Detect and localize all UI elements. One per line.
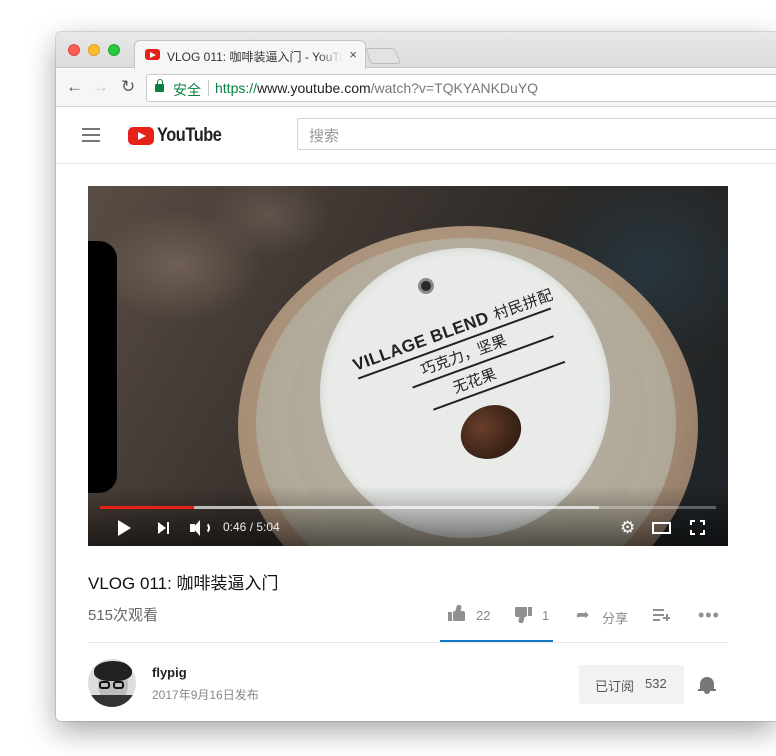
settings-gear-icon[interactable]: ⚙	[620, 519, 635, 536]
channel-name[interactable]: flypig	[152, 665, 187, 680]
youtube-favicon-icon	[145, 49, 160, 60]
address-bar[interactable]: 安全 https://www.youtube.com/watch?v=TQKYA…	[146, 74, 776, 102]
subscriber-count: 532	[645, 676, 667, 691]
publish-date: 2017年9月16日发布	[152, 688, 259, 702]
info-divider	[88, 642, 728, 643]
youtube-play-logo-icon	[128, 127, 154, 145]
time-display: 0:46 / 5:04	[223, 520, 280, 534]
fullscreen-icon[interactable]	[690, 520, 705, 535]
next-icon[interactable]	[158, 522, 170, 534]
search-input[interactable]: 搜索	[297, 118, 776, 150]
url-text[interactable]: https://www.youtube.com/watch?v=TQKYANKD…	[215, 80, 538, 96]
menu-icon[interactable]	[82, 128, 102, 142]
player-side-panel	[88, 241, 117, 493]
url-scheme: https://	[215, 80, 258, 96]
back-arrow-icon[interactable]: ←	[66, 78, 83, 96]
new-tab-button[interactable]	[365, 48, 401, 64]
theater-mode-icon[interactable]	[652, 522, 671, 534]
more-actions-icon[interactable]: •••	[698, 606, 720, 624]
zoom-window-button[interactable]	[108, 44, 120, 56]
dislike-icon[interactable]	[514, 606, 532, 624]
browser-toolbar: ← → ↻ 安全 https://www.youtube.com/watch?v…	[56, 69, 776, 107]
browser-window: VLOG 011: 咖啡装逼入门 - YouTube × ← → ↻ 安全 ht…	[56, 32, 776, 721]
youtube-header: YouTube 搜索	[56, 108, 776, 164]
video-title: VLOG 011: 咖啡装逼入门	[88, 574, 279, 593]
like-count: 22	[476, 608, 491, 623]
progress-played	[100, 506, 194, 509]
tab-close-icon[interactable]: ×	[349, 47, 357, 62]
play-icon[interactable]	[118, 520, 131, 536]
reload-icon[interactable]: ↻	[121, 78, 135, 96]
close-window-button[interactable]	[68, 44, 80, 56]
logo-text: YouTube	[157, 125, 222, 146]
lock-icon	[155, 79, 164, 92]
add-to-playlist-icon[interactable]	[653, 608, 670, 622]
secure-label: 安全	[173, 82, 201, 98]
dislike-count: 1	[542, 608, 550, 623]
minimize-window-button[interactable]	[88, 44, 100, 56]
view-count: 515次观看	[88, 607, 159, 624]
video-player[interactable]: VILLAGE BLEND村民拼配 巧克力，坚果 无花果 0:46 / 5:04…	[88, 186, 728, 546]
video-label-hole	[418, 278, 434, 294]
browser-tab[interactable]: VLOG 011: 咖啡装逼入门 - YouTube ×	[134, 40, 366, 69]
subscribe-label: 已订阅	[595, 679, 635, 694]
progress-bar[interactable]	[100, 506, 716, 509]
volume-icon[interactable]	[190, 519, 210, 537]
url-separator	[208, 80, 209, 96]
share-icon[interactable]: ➦	[576, 605, 589, 625]
subscribed-button[interactable]: 已订阅 532	[579, 665, 684, 704]
tab-title: VLOG 011: 咖啡装逼入门 - YouTube	[167, 50, 343, 64]
avatar[interactable]	[88, 659, 136, 707]
url-host: www.youtube.com	[257, 80, 371, 96]
like-icon[interactable]	[448, 604, 466, 622]
title-bar: VLOG 011: 咖啡装逼入门 - YouTube ×	[56, 32, 776, 69]
url-path: /watch?v=TQKYANKDuYQ	[370, 80, 539, 96]
forward-arrow-icon[interactable]: →	[92, 78, 109, 96]
notification-bell-icon[interactable]	[698, 675, 716, 695]
controls-gradient	[88, 486, 728, 546]
share-button[interactable]: 分享	[602, 608, 628, 627]
search-placeholder: 搜索	[309, 128, 340, 145]
